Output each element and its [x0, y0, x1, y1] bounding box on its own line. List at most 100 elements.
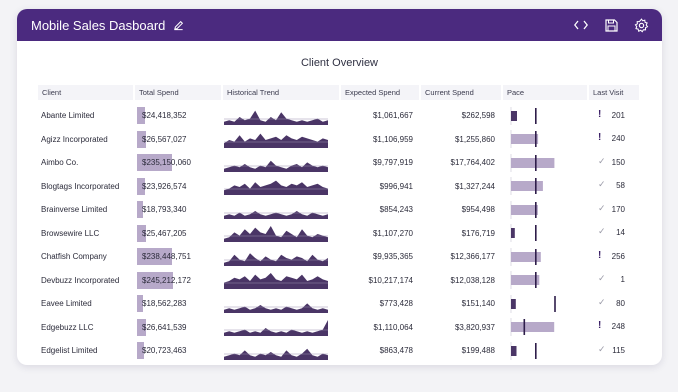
client-name: Chatfish Company	[41, 252, 107, 262]
alert-icon: !	[598, 132, 602, 144]
sparkline-area	[224, 320, 328, 337]
table-row[interactable]: Devbuzz Incorporated $245,212,172 $10,217,…	[38, 269, 642, 293]
total-spend-value: $235,150,060	[142, 158, 191, 168]
expected-spend-value: $854,243	[379, 205, 413, 215]
total-spend-value: $25,467,205	[142, 228, 187, 238]
table-row[interactable]: Aimbo Co. $235,150,060 $9,797,919 $17,764,4…	[38, 151, 642, 175]
last-visit-cell: ✓ 115	[589, 341, 639, 361]
table-row[interactable]: Edgelist Limited $20,723,463 $863,478 $199,…	[38, 339, 642, 363]
pace-actual-bar	[511, 204, 538, 215]
col-last-visit[interactable]: Last Visit	[589, 85, 639, 100]
expected-spend-value: $9,935,365	[372, 252, 413, 262]
last-visit-value: 248	[611, 322, 625, 332]
app-header: Mobile Sales Dasboard	[17, 9, 662, 41]
client-table: Client Total Spend Historical Trend Expe…	[38, 85, 642, 363]
total-spend-cell: $18,562,283	[135, 295, 221, 313]
gear-icon[interactable]	[632, 16, 650, 34]
expected-spend-value: $1,061,667	[372, 111, 413, 121]
table-row[interactable]: Chatfish Company $238,448,751 $9,935,365 $1…	[38, 245, 642, 269]
pace-svg	[510, 177, 543, 196]
current-spend-value: $199,488	[461, 346, 495, 356]
client-name: Eavee Limited	[41, 299, 92, 309]
last-visit-value: 14	[616, 228, 625, 238]
check-icon: ✓	[598, 226, 606, 237]
sparkline-area	[224, 180, 328, 196]
pace-target-marker	[535, 107, 537, 124]
expected-spend-value: $996,941	[379, 181, 413, 191]
sparkline-area	[224, 273, 328, 290]
historical-trend-sparkline	[223, 317, 339, 337]
edit-icon[interactable]	[173, 20, 184, 31]
historical-trend-sparkline	[223, 223, 339, 243]
sparkline-area	[224, 303, 328, 313]
sparkline-svg	[224, 348, 328, 360]
col-total-spend[interactable]: Total Spend	[135, 85, 221, 100]
check-icon: ✓	[598, 155, 606, 166]
current-spend-value: $1,255,860	[454, 134, 495, 144]
last-visit-cell: ! 256	[589, 247, 639, 267]
total-spend-value: $18,793,340	[142, 205, 187, 215]
col-current-spend[interactable]: Current Spend	[421, 85, 501, 100]
table-row[interactable]: Abante Limited $24,418,352 $1,061,667 $262,…	[38, 104, 642, 128]
col-expected-spend[interactable]: Expected Spend	[341, 85, 419, 100]
pace-actual-bar	[511, 110, 517, 121]
current-spend-value: $17,764,402	[450, 158, 496, 168]
total-spend-value: $238,448,751	[142, 252, 191, 262]
historical-trend-sparkline	[223, 341, 339, 361]
total-spend-value: $245,212,172	[142, 275, 191, 285]
col-client[interactable]: Client	[38, 85, 133, 100]
pace-svg	[510, 224, 537, 243]
col-pace[interactable]: Pace	[503, 85, 587, 100]
current-spend-value: $954,498	[461, 205, 495, 215]
pace-target-marker	[535, 178, 537, 195]
sparkline-svg	[224, 273, 328, 290]
check-icon: ✓	[598, 179, 606, 190]
current-spend-value: $262,598	[461, 111, 495, 121]
sparkline-svg	[224, 210, 328, 219]
total-spend-cell: $26,567,027	[135, 130, 221, 148]
pace-bullet-chart	[503, 341, 587, 361]
check-icon: ✓	[598, 202, 606, 213]
alert-icon: !	[598, 108, 602, 120]
client-name: Abante Limited	[41, 111, 95, 121]
total-spend-cell: $24,418,352	[135, 107, 221, 125]
historical-trend-sparkline	[223, 294, 339, 314]
table-row[interactable]: Browsewire LLC $25,467,205 $1,107,270 $176,…	[38, 222, 642, 246]
save-icon[interactable]	[602, 16, 620, 34]
pace-target-marker	[535, 225, 537, 242]
sparkline-svg	[224, 226, 328, 243]
pace-target-marker	[535, 154, 537, 171]
pace-svg	[510, 318, 555, 337]
pace-target-marker	[535, 342, 537, 359]
sparkline-area	[224, 226, 328, 243]
table-row[interactable]: Blogtags Incorporated $23,926,574 $996,941…	[38, 175, 642, 199]
code-icon[interactable]	[572, 16, 590, 34]
panel-title: Client Overview	[300, 57, 379, 69]
pace-bullet-chart	[503, 106, 587, 126]
col-historical-trend[interactable]: Historical Trend	[223, 85, 339, 100]
table-header: Client Total Spend Historical Trend Expe…	[38, 85, 642, 100]
pace-target-marker	[554, 295, 556, 312]
sparkline-svg	[224, 133, 328, 149]
table-row[interactable]: Eavee Limited $18,562,283 $773,428 $151,140…	[38, 292, 642, 316]
total-spend-value: $20,723,463	[142, 346, 187, 356]
client-name: Agizz Incorporated	[41, 134, 108, 144]
total-spend-cell: $238,448,751	[135, 248, 221, 266]
sparkline-svg	[224, 303, 328, 313]
expected-spend-value: $773,428	[379, 299, 413, 309]
historical-trend-sparkline	[223, 129, 339, 149]
historical-trend-sparkline	[223, 270, 339, 290]
total-spend-value: $18,562,283	[142, 299, 187, 309]
total-spend-cell: $25,467,205	[135, 224, 221, 242]
sparkline-area	[224, 252, 328, 266]
pace-bullet-chart	[503, 317, 587, 337]
client-name: Aimbo Co.	[41, 158, 79, 168]
expected-spend-value: $1,107,270	[372, 228, 413, 238]
pace-actual-bar	[511, 345, 517, 356]
table-row[interactable]: Brainverse Limited $18,793,340 $854,243 $95…	[38, 198, 642, 222]
app-title: Mobile Sales Dasboard	[31, 17, 166, 33]
table-row[interactable]: Edgebuzz LLC $26,641,539 $1,110,064 $3,820,…	[38, 316, 642, 340]
historical-trend-sparkline	[223, 247, 339, 267]
table-row[interactable]: Agizz Incorporated $26,567,027 $1,106,959 $…	[38, 128, 642, 152]
last-visit-cell: ✓ 14	[589, 223, 639, 243]
